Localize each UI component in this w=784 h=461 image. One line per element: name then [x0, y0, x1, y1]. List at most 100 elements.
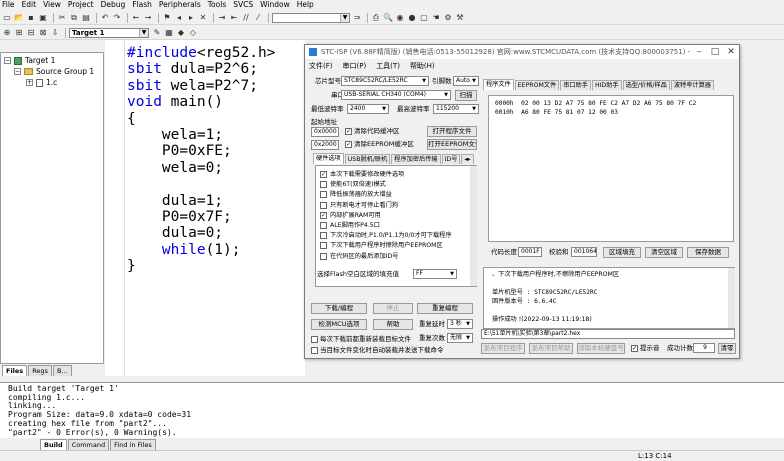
bookmark-next-icon[interactable]: ▸ [186, 13, 196, 23]
new-file-icon[interactable]: ▭ [2, 13, 12, 23]
tools-icon[interactable]: ⚒ [455, 13, 465, 23]
nav-back-icon[interactable]: ← [131, 13, 141, 23]
tab-find-in-files[interactable]: Find in Files [110, 439, 156, 450]
scan-button[interactable]: 扫描 [455, 90, 477, 101]
clear-eeprom-checkbox[interactable]: ✓ [345, 141, 352, 148]
menu-tools[interactable]: Tools [208, 0, 226, 10]
nav-forward-icon[interactable]: → [143, 13, 153, 23]
indent-icon[interactable]: ⇥ [217, 13, 227, 23]
menu-edit[interactable]: Edit [22, 0, 37, 10]
hardware-option[interactable]: 降低振荡器的放大增益 [320, 190, 392, 199]
open-program-button[interactable]: 打开程序文件 [427, 126, 477, 137]
addr1-input[interactable]: 0x0000 [311, 127, 339, 137]
window-icon[interactable]: ▢ [419, 13, 429, 23]
find-combo[interactable]: ▼ [272, 12, 350, 23]
minimize-icon[interactable]: – [691, 45, 707, 59]
detect-mcu-button[interactable]: 检测MCU选项 [311, 319, 367, 330]
undo-icon[interactable]: ↶ [100, 13, 110, 23]
pins-select[interactable]: Auto ▼ [453, 76, 479, 86]
fill-select[interactable]: FF ▼ [413, 269, 457, 279]
uncomment-icon[interactable]: ⁄ [253, 13, 263, 23]
help-button[interactable]: 帮助 [373, 319, 413, 330]
fill-area-button[interactable]: 区域填充 [603, 247, 641, 258]
menu-view[interactable]: View [43, 0, 61, 10]
manage-icon[interactable]: ▦ [164, 28, 174, 38]
tab-usb-offline[interactable]: USB脱机/联机 [344, 154, 391, 164]
download-program-button[interactable]: 下载/编程 [311, 303, 367, 314]
menu-peripherals[interactable]: Peripherals [159, 0, 201, 10]
menu-window[interactable]: Window [260, 0, 290, 10]
maximize-icon[interactable]: □ [707, 45, 723, 59]
hex-view[interactable]: 0000h 02 00 13 D2 A7 75 80 FE C2 A7 D2 A… [488, 95, 734, 242]
options-scrollbar[interactable] [470, 166, 477, 286]
clear-count-button[interactable]: 清零 [718, 343, 736, 354]
tab-encrypt[interactable]: 程序加密后传输 [391, 154, 441, 164]
rebuild-icon[interactable]: ⊟ [26, 28, 36, 38]
reprogram-button[interactable]: 重复编程 [417, 303, 473, 314]
addr2-input[interactable]: 0x2000 [311, 140, 339, 150]
tab-program-file[interactable]: 程序文件 [483, 79, 514, 90]
outdent-icon[interactable]: ⇤ [229, 13, 239, 23]
menu-svcs[interactable]: SVCS [233, 0, 253, 10]
hardware-option[interactable]: 使能6T(双倍速)模式 [320, 180, 386, 189]
menu-flash[interactable]: Flash [132, 0, 152, 10]
close-icon[interactable]: ✕ [723, 45, 739, 59]
read-serial-button[interactable]: 读取本机硬盘号 [577, 343, 625, 354]
hand-icon[interactable]: ☚ [431, 13, 441, 23]
tree-target[interactable]: − Target 1 [4, 56, 55, 65]
option-checkbox[interactable] [320, 191, 327, 199]
tree-file[interactable]: + 1.c [26, 78, 57, 87]
save-icon[interactable]: ▪ [26, 13, 36, 23]
print-icon[interactable]: ⎙ [371, 13, 381, 23]
runtime-icon[interactable]: ◇ [188, 28, 198, 38]
autosend-checkbox[interactable] [311, 347, 318, 354]
open-file-icon[interactable]: 📂 [14, 13, 24, 23]
tab-eeprom-file[interactable]: EEPROM文件 [514, 80, 560, 90]
tab-command[interactable]: Command [67, 439, 110, 450]
tab-selection-price[interactable]: 选型/价格/样品 [622, 80, 670, 90]
open-eeprom-button[interactable]: 打开EEPROM文件 [427, 139, 477, 150]
hardware-option[interactable]: 下次冷启动时,P1.0/P1.1为0/0才可下载程序 [320, 231, 452, 240]
tab-hid-assistant[interactable]: HID助手 [591, 80, 622, 90]
option-checkbox[interactable] [320, 201, 327, 209]
cut-icon[interactable]: ✂ [57, 13, 67, 23]
collapse-icon[interactable]: − [4, 57, 11, 64]
option-checkbox[interactable] [320, 181, 327, 189]
bookmark-prev-icon[interactable]: ◂ [174, 13, 184, 23]
debug-icon[interactable]: ◉ [395, 13, 405, 23]
hardware-option[interactable]: 在代码区的最后添加ID号 [320, 252, 398, 261]
beep-checkbox[interactable]: ✓ [631, 345, 638, 352]
reload-checkbox[interactable] [311, 336, 318, 343]
bookmark-clear-icon[interactable]: ✕ [198, 13, 208, 23]
batch-build-icon[interactable]: ⊠ [38, 28, 48, 38]
target-select[interactable]: Target 1 ▼ [69, 27, 149, 38]
tab-scroll[interactable]: ◂▸ [461, 154, 474, 164]
save-data-button[interactable]: 保存数据 [687, 247, 729, 258]
hardware-option[interactable]: 只有断电才可停止看门狗 [320, 201, 398, 210]
repeat-delay-select[interactable]: 3 秒 ▼ [447, 319, 473, 329]
find-go-icon[interactable]: ⇒ [352, 13, 362, 23]
paste-icon[interactable]: ▤ [81, 13, 91, 23]
collapse-icon[interactable]: − [14, 68, 21, 75]
menu-debug[interactable]: Debug [101, 0, 126, 10]
tab-regs[interactable]: Regs [28, 365, 52, 376]
tree-source-group[interactable]: − Source Group 1 [14, 67, 94, 76]
option-checkbox[interactable]: ✓ [320, 171, 327, 178]
tab-baud-calculator[interactable]: 波特率计算器 [670, 80, 714, 90]
menu-project[interactable]: Project [68, 0, 94, 10]
max-baud-select[interactable]: 115200 ▼ [433, 104, 479, 114]
hardware-option[interactable]: ✓ 内部扩展RAM可用 [320, 211, 381, 220]
comment-icon[interactable]: // [241, 13, 251, 23]
copy-icon[interactable]: ⧉ [69, 13, 79, 23]
hardware-option[interactable]: ✓ 本次下载需要修改硬件选项 [320, 170, 404, 179]
hardware-option[interactable]: 下次下载用户程序时擦除用户EEPROM区 [320, 241, 443, 250]
hex-path-field[interactable]: E:\51单片机\实验\第3章\part2.hex [481, 329, 735, 339]
translate-icon[interactable]: ⊕ [2, 28, 12, 38]
clear-code-checkbox[interactable]: ✓ [345, 128, 352, 135]
expand-icon[interactable]: + [26, 79, 33, 86]
tab-serial-assistant[interactable]: 串口助手 [560, 80, 591, 90]
log-scrollbar[interactable] [728, 268, 735, 328]
option-checkbox[interactable] [320, 222, 327, 229]
pack-icon[interactable]: ◆ [176, 28, 186, 38]
option-checkbox[interactable]: ✓ [320, 211, 327, 219]
